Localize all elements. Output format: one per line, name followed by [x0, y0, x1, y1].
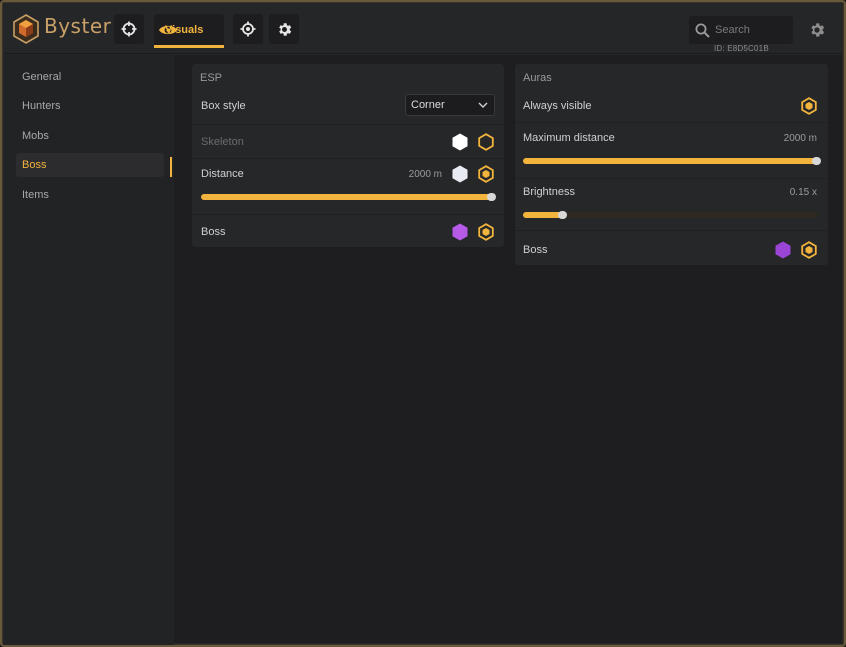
esp-title: ESP — [200, 72, 223, 84]
box-style-label: Box style — [201, 100, 246, 112]
skeleton-toggle-icon[interactable] — [477, 133, 495, 151]
target-icon — [240, 21, 256, 37]
crosshair-tab[interactable] — [114, 14, 144, 44]
auras-card: Auras Always visible Maximum distance 20… — [515, 64, 828, 265]
distance-slider[interactable] — [201, 193, 496, 201]
skeleton-color-swatch-icon[interactable] — [451, 133, 469, 151]
distance-label: Distance — [201, 168, 244, 180]
skeleton-label: Skeleton — [201, 136, 244, 148]
search-icon — [695, 23, 710, 38]
distance-slider-handle[interactable] — [487, 193, 496, 201]
boss-toggle-icon[interactable] — [800, 241, 818, 259]
divider — [515, 122, 828, 123]
chevron-down-icon — [478, 102, 488, 108]
sidebar-item-label: Mobs — [22, 130, 49, 142]
target-tab[interactable] — [233, 14, 263, 44]
gear-icon — [278, 22, 291, 36]
max-distance-label: Maximum distance — [523, 132, 615, 144]
max-distance-value: 2000 m — [783, 133, 817, 144]
distance-color-swatch-icon[interactable] — [451, 165, 469, 183]
box-style-value: Corner — [411, 99, 445, 111]
sidebar-item-mobs[interactable]: Mobs — [16, 124, 164, 148]
boss-color-swatch-icon[interactable] — [774, 241, 792, 259]
max-distance-slider[interactable] — [523, 157, 821, 165]
sidebar: General Hunters Mobs Boss Items — [4, 55, 174, 645]
distance-toggle-icon[interactable] — [477, 165, 495, 183]
settings-tab[interactable] — [269, 14, 299, 44]
boss-label: Boss — [201, 226, 226, 238]
always-visible-label: Always visible — [523, 100, 592, 112]
max-distance-slider-fill — [523, 158, 818, 164]
max-distance-slider-handle[interactable] — [812, 157, 821, 165]
visuals-tab[interactable]: Visuals — [154, 14, 224, 48]
visuals-tab-label: Visuals — [165, 23, 204, 36]
divider — [192, 158, 504, 159]
search-box[interactable] — [689, 16, 793, 44]
esp-card: ESP Box style Corner Skeleton Distance 2… — [192, 64, 504, 247]
boss-label: Boss — [523, 244, 548, 256]
divider — [192, 214, 504, 215]
box-style-select[interactable]: Corner — [405, 94, 495, 116]
brightness-slider-handle[interactable] — [558, 211, 568, 219]
sidebar-item-hunters[interactable]: Hunters — [16, 94, 164, 118]
brightness-label: Brightness — [523, 186, 575, 198]
search-input[interactable] — [715, 24, 791, 36]
sidebar-item-label: Items — [22, 189, 49, 201]
sidebar-item-label: General — [22, 71, 62, 83]
auras-title: Auras — [523, 72, 552, 84]
byster-logo-icon — [13, 14, 39, 44]
app-window: Byster Visuals Search ID: E8D5C01B Gener… — [0, 0, 846, 647]
sidebar-item-boss[interactable]: Boss — [16, 153, 164, 177]
divider — [515, 178, 828, 179]
boss-color-swatch-icon[interactable] — [451, 223, 469, 241]
brightness-value: 0.15 x — [789, 187, 817, 198]
brightness-slider[interactable] — [523, 211, 818, 219]
always-visible-toggle-icon[interactable] — [800, 97, 818, 115]
sidebar-item-label: Boss — [22, 159, 47, 171]
top-bar: Byster Visuals Search ID: E8D5C01B — [4, 4, 842, 54]
id-label: ID: E8D5C01B — [714, 44, 769, 53]
distance-slider-fill — [201, 194, 493, 200]
boss-toggle-icon[interactable] — [477, 223, 495, 241]
distance-value: 2000 m — [408, 169, 442, 180]
sidebar-item-label: Hunters — [22, 100, 61, 112]
sidebar-item-general[interactable]: General — [16, 65, 164, 89]
brand-name: Byster — [44, 14, 112, 38]
main-panel: ESP Box style Corner Skeleton Distance 2… — [174, 55, 842, 643]
divider — [192, 124, 504, 125]
active-indicator — [170, 157, 172, 177]
crosshair-icon — [121, 21, 137, 37]
settings-gear-icon[interactable] — [808, 21, 826, 39]
divider — [515, 230, 828, 231]
sidebar-item-items[interactable]: Items — [16, 183, 164, 207]
